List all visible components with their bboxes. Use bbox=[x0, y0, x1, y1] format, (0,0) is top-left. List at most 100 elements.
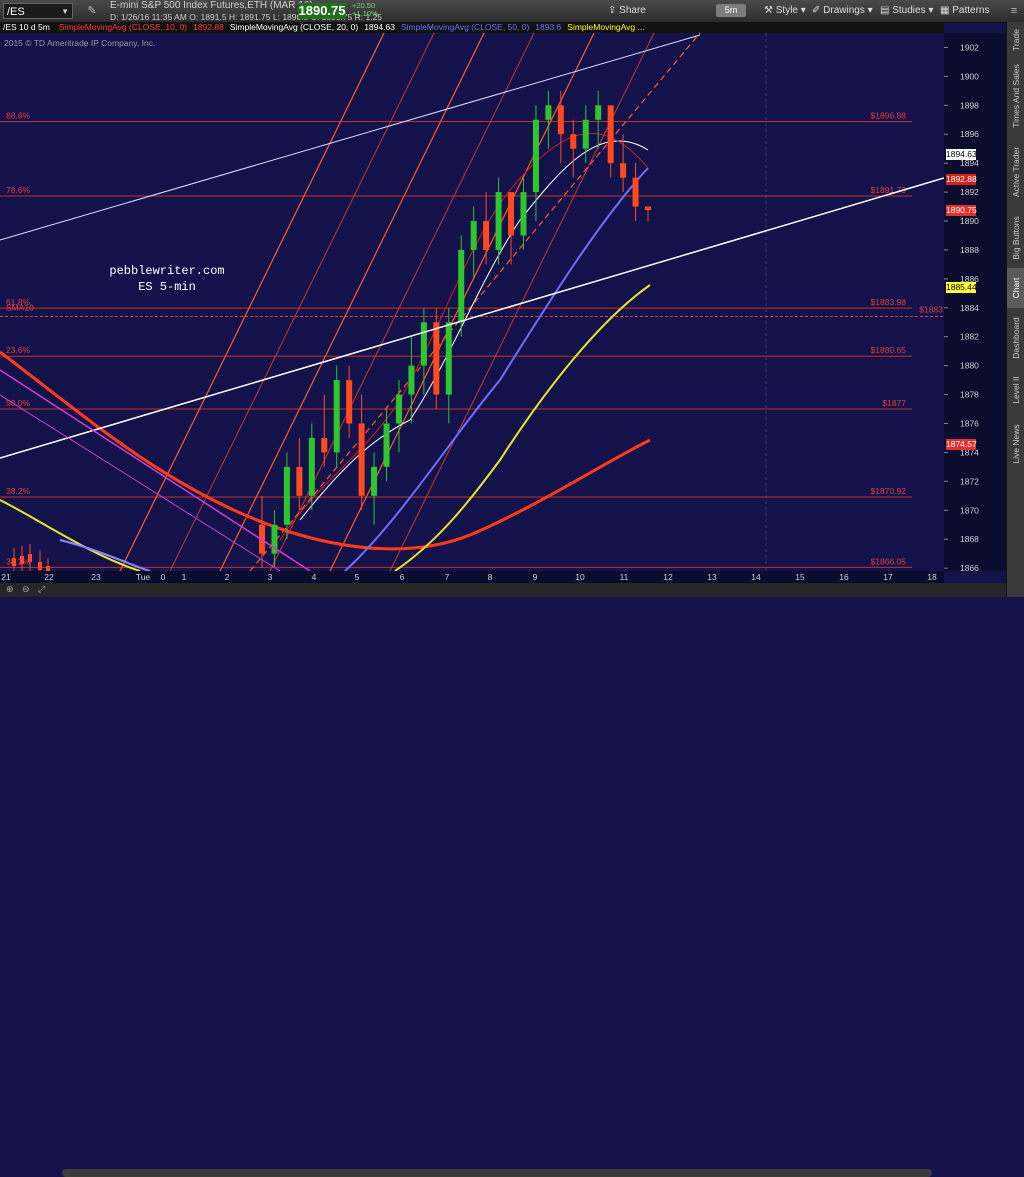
candle-body bbox=[470, 221, 477, 250]
candle-body bbox=[358, 423, 365, 496]
candle-body bbox=[333, 380, 340, 453]
price-chart[interactable]: 88.6% $1896.8878.6% $1891.7361.8% $1883.982… bbox=[0, 0, 944, 571]
zoom-icon[interactable]: ⊕ bbox=[6, 584, 14, 595]
last-price: 1890.75 bbox=[298, 3, 346, 19]
side-tab-live-news[interactable]: Live News bbox=[1007, 414, 1024, 474]
horizontal-scrollbar[interactable] bbox=[62, 1169, 932, 1177]
bottom-bar: ⊕ ⊖ ⤢ bbox=[0, 583, 1006, 1177]
symbol-selector[interactable]: /ES ▼ bbox=[3, 3, 73, 19]
fib-value-label: $1883.98 bbox=[871, 297, 907, 307]
fit-icon[interactable]: ⤢ bbox=[38, 584, 45, 595]
side-tab-label: Big Buttons bbox=[1011, 216, 1021, 260]
style-button[interactable]: ⚒ Style ▾ bbox=[764, 3, 806, 19]
copyright-notice: 2015 © TD Ameritrade IP Company, Inc. bbox=[4, 38, 156, 48]
share-label: Share bbox=[619, 5, 646, 16]
study-legend-value: 1894.63 bbox=[364, 22, 395, 32]
style-label: Style bbox=[775, 5, 798, 16]
studies-button[interactable]: ▤ Studies ▾ bbox=[880, 3, 933, 19]
candle-body bbox=[296, 466, 303, 496]
candle-body bbox=[520, 192, 527, 236]
chart-toolbar: /ES ▼ ✎ E-mini S&P 500 Index Futures,ETH… bbox=[0, 0, 1024, 23]
side-tab-times-and-sales[interactable]: Times And Sales bbox=[1007, 58, 1024, 134]
candle-body bbox=[445, 322, 452, 395]
study-legend-item[interactable]: SimpleMovingAvg (CLOSE, 50, 0) bbox=[398, 22, 532, 33]
time-axis[interactable] bbox=[0, 571, 944, 583]
candle-body bbox=[28, 554, 32, 562]
wrench-icon: ⚒ bbox=[764, 5, 773, 16]
sma-value-label: $1883.4 bbox=[919, 304, 944, 314]
fib-value-label: $1866.05 bbox=[871, 556, 907, 566]
fib-value-label: $1896.88 bbox=[871, 111, 907, 121]
study-legend-item[interactable]: SimpleMovingAvg (CLOSE, 20, 0) bbox=[227, 22, 361, 33]
candle-body bbox=[408, 365, 415, 395]
study-legend-item[interactable]: SimpleMovingAvg (CLOSE, 10, 0) bbox=[56, 22, 190, 33]
candle-body bbox=[383, 423, 390, 467]
patterns-icon: ▦ bbox=[940, 5, 950, 16]
study-legend-value: 1892.88 bbox=[193, 22, 224, 32]
fib-value-label: $1891.73 bbox=[871, 185, 907, 195]
price-tag: 1874.57 bbox=[946, 439, 977, 451]
chevron-down-icon: ▾ bbox=[928, 5, 934, 16]
chevron-down-icon: ▾ bbox=[867, 5, 873, 16]
side-tab-label: Active Trader bbox=[1011, 146, 1021, 198]
candle-body bbox=[420, 322, 427, 366]
candle-body bbox=[433, 322, 440, 395]
price-change: +20.50 +1.10% bbox=[352, 2, 378, 18]
fib-value-label: $1877 bbox=[882, 398, 906, 408]
candle-body bbox=[20, 556, 24, 564]
symbol-text: /ES bbox=[7, 6, 25, 18]
candle-body bbox=[508, 192, 515, 236]
menu-icon[interactable]: ≡ bbox=[1006, 3, 1022, 19]
candle-body bbox=[595, 105, 602, 120]
candle-body bbox=[483, 221, 490, 250]
chevron-down-icon: ▾ bbox=[800, 5, 806, 16]
share-button[interactable]: ⇪ Share bbox=[608, 3, 646, 19]
candle-body bbox=[283, 466, 290, 525]
fib-pct-label: 23.6% bbox=[6, 345, 31, 355]
candle-body bbox=[557, 105, 564, 135]
side-tab-level-ii[interactable]: Level II bbox=[1007, 368, 1024, 412]
candle-body bbox=[532, 119, 539, 193]
side-tab-active-trader[interactable]: Active Trader bbox=[1007, 136, 1024, 208]
drawings-button[interactable]: ✐ Drawings ▾ bbox=[812, 3, 873, 19]
study-legend-item[interactable]: SimpleMovingAvg ... bbox=[564, 22, 647, 33]
patterns-button[interactable]: ▦ Patterns bbox=[940, 3, 989, 19]
watermark-chart-desc: ES 5-min bbox=[138, 280, 196, 294]
fib-pct-label: 38.2% bbox=[6, 556, 31, 566]
share-icon: ⇪ bbox=[608, 5, 617, 16]
side-tab-trade[interactable]: Trade bbox=[1007, 24, 1024, 56]
timeframe-selector[interactable]: 5m bbox=[716, 4, 746, 17]
candle-body bbox=[346, 380, 353, 424]
fib-pct-label: 78.6% bbox=[6, 185, 31, 195]
study-legend-value: 1893.6 bbox=[535, 22, 562, 32]
chevron-down-icon: ▼ bbox=[61, 7, 69, 16]
side-panel: Trade Times And Sales Active Trader Big But… bbox=[1006, 22, 1024, 597]
zoom-out-icon[interactable]: ⊖ bbox=[22, 584, 30, 595]
side-tab-label: Times And Sales bbox=[1011, 64, 1021, 128]
fib-pct-label: 38.2% bbox=[6, 486, 31, 496]
drawing-icon: ✐ bbox=[812, 5, 821, 16]
price-tag: 1885.44 bbox=[946, 281, 977, 293]
candle-body bbox=[607, 105, 614, 164]
candle-body bbox=[371, 466, 378, 496]
side-tab-label: Chart bbox=[1011, 277, 1021, 299]
price-tag: 1892.88 bbox=[946, 174, 977, 186]
chart-label: /ES 10 d 5m bbox=[3, 22, 50, 32]
drawings-label: Drawings bbox=[823, 5, 865, 16]
side-tab-label: Dashboard bbox=[1011, 317, 1021, 359]
fib-value-label: $1880.65 bbox=[871, 345, 907, 355]
fib-pct-label: 88.6% bbox=[6, 111, 31, 121]
candle-body bbox=[582, 119, 589, 149]
price-tag: 1890.75 bbox=[946, 205, 977, 217]
side-tab-chart[interactable]: Chart bbox=[1007, 268, 1024, 308]
side-tab-dashboard[interactable]: Dashboard bbox=[1007, 310, 1024, 366]
patterns-label: Patterns bbox=[952, 5, 990, 16]
pencil-icon[interactable]: ✎ bbox=[84, 3, 100, 19]
candle-body bbox=[38, 562, 42, 570]
side-tab-label: Trade bbox=[1011, 29, 1021, 51]
sma-label: SMA10 bbox=[6, 302, 34, 312]
side-tab-label: Live News bbox=[1011, 424, 1021, 464]
side-tab-big-buttons[interactable]: Big Buttons bbox=[1007, 210, 1024, 266]
price-axis[interactable] bbox=[944, 33, 1006, 571]
candle-body bbox=[632, 177, 639, 207]
